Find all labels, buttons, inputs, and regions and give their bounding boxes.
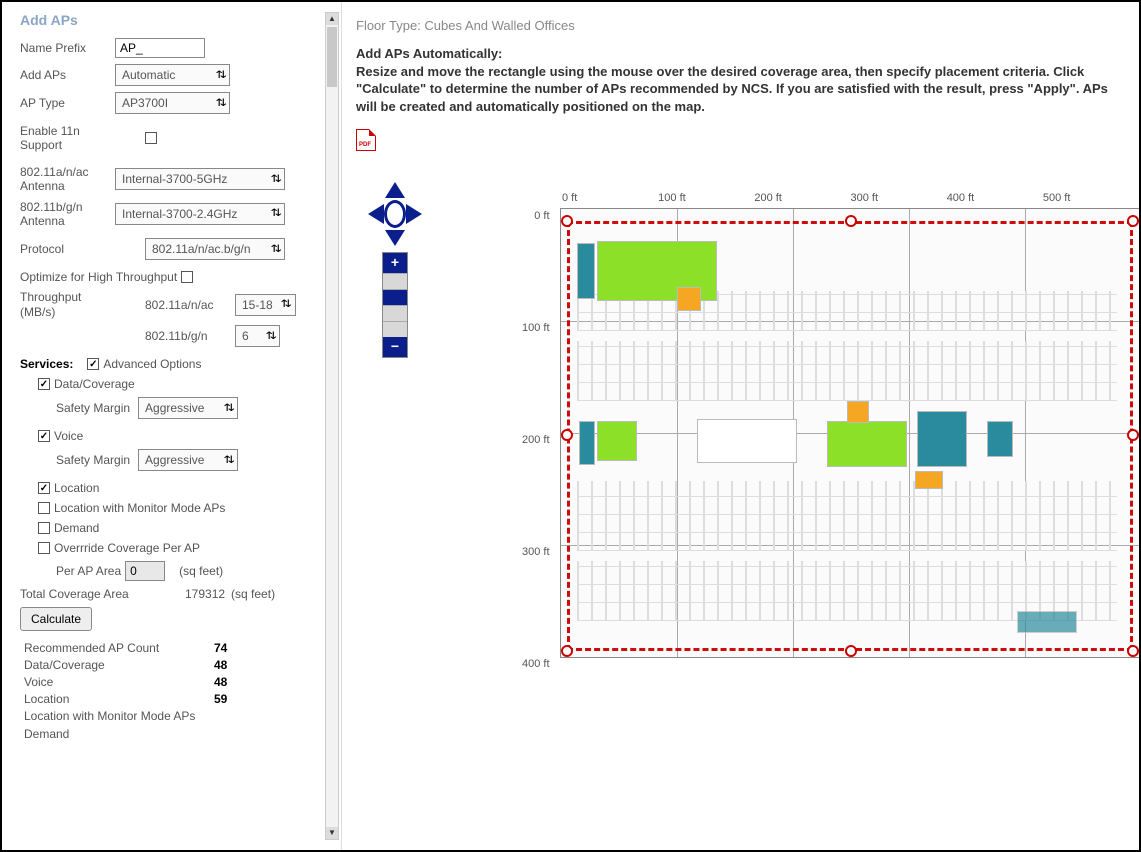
pan-right-button[interactable] [406,204,422,224]
zoom-control: + − [382,252,408,358]
protocol-select[interactable]: 802.11a/n/ac.b/g/n [145,238,285,260]
coverage-rectangle[interactable] [567,221,1133,651]
antenna-a-label: 802.11a/n/ac Antenna [20,165,115,194]
total-coverage-value: 179312 [185,587,225,601]
location-monitor-checkbox[interactable] [38,502,50,514]
panel-title: Add APs [20,12,323,28]
zoom-step[interactable] [383,321,407,337]
zoom-out-button[interactable]: − [383,337,407,357]
total-coverage-label: Total Coverage Area [20,587,165,601]
floorplan-map[interactable] [560,208,1139,658]
pan-center-button[interactable] [384,200,406,228]
name-prefix-label: Name Prefix [20,41,115,55]
result-location-monitor-label: Location with Monitor Mode APs [24,709,214,723]
throughput-a-select[interactable]: 15-18 [235,294,296,316]
result-location-label: Location [24,692,214,706]
result-voice-label: Voice [24,675,214,689]
pan-up-button[interactable] [385,182,405,198]
pan-control [370,182,420,246]
location-label: Location [54,481,99,495]
resize-handle-w[interactable] [561,429,573,441]
recommended-label: Recommended AP Count [24,641,214,655]
throughput-label: Throughput (MB/s) [20,290,115,319]
instructions: Add APs Automatically: Resize and move t… [356,45,1125,115]
sidebar-panel: Add APs Name Prefix Add APs Automatic AP… [2,2,342,850]
throughput-b-label: 802.11b/g/n [145,329,235,343]
override-label: Overrride Coverage Per AP [54,541,200,555]
throughput-a-label: 802.11a/n/ac [145,298,235,312]
zoom-step[interactable] [383,273,407,289]
safety-margin-label-1: Safety Margin [56,401,130,415]
resize-handle-s[interactable] [845,645,857,657]
result-voice-val: 48 [214,675,227,689]
total-coverage-unit: (sq feet) [231,587,275,601]
demand-label: Demand [54,521,99,535]
override-checkbox[interactable] [38,542,50,554]
services-heading: Services: [20,357,73,371]
data-coverage-label: Data/Coverage [54,377,135,391]
optimize-checkbox[interactable] [181,271,193,283]
advanced-label: Advanced Options [103,357,201,371]
resize-handle-e[interactable] [1127,429,1139,441]
result-data-val: 48 [214,658,227,672]
advanced-checkbox[interactable] [87,358,99,370]
name-prefix-input[interactable] [115,38,205,58]
optimize-label: Optimize for High Throughput [20,270,177,284]
resize-handle-nw[interactable] [561,215,573,227]
safety-margin-label-2: Safety Margin [56,453,130,467]
axis-y: 0 ft100 ft200 ft300 ft400 ft [522,210,556,770]
zoom-in-button[interactable]: + [383,253,407,273]
voice-label: Voice [54,429,83,443]
result-data-label: Data/Coverage [24,658,214,672]
antenna-b-select[interactable]: Internal-3700-2.4GHz [115,203,285,225]
enable-11n-label: Enable 11n Support [20,124,115,153]
ap-type-label: AP Type [20,96,115,110]
calculate-button[interactable]: Calculate [20,607,92,631]
axis-x: 0 ft100 ft200 ft300 ft400 ft500 ft [562,192,1139,204]
demand-checkbox[interactable] [38,522,50,534]
pan-left-button[interactable] [368,204,384,224]
resize-handle-n[interactable] [845,215,857,227]
location-checkbox[interactable] [38,482,50,494]
voice-checkbox[interactable] [38,430,50,442]
data-safety-select[interactable]: Aggressive [138,397,238,419]
zoom-step-active[interactable] [383,289,407,305]
resize-handle-sw[interactable] [561,645,573,657]
enable-11n-checkbox[interactable] [145,132,157,144]
antenna-a-select[interactable]: Internal-3700-5GHz [115,168,285,190]
resize-handle-se[interactable] [1127,645,1139,657]
resize-handle-ne[interactable] [1127,215,1139,227]
ap-type-select[interactable]: AP3700I [115,92,230,114]
result-location-val: 59 [214,692,227,706]
pan-down-button[interactable] [385,230,405,246]
throughput-b-select[interactable]: 6 [235,325,280,347]
per-ap-unit: (sq feet) [179,564,223,578]
protocol-label: Protocol [20,242,115,256]
data-coverage-checkbox[interactable] [38,378,50,390]
location-monitor-label: Location with Monitor Mode APs [54,501,225,515]
add-aps-select[interactable]: Automatic [115,64,230,86]
voice-safety-select[interactable]: Aggressive [138,449,238,471]
floor-type: Floor Type: Cubes And Walled Offices [356,18,1125,33]
pdf-icon[interactable] [356,129,376,151]
results-block: Recommended AP Count74 Data/Coverage48 V… [24,641,323,740]
map-area: 0 ft100 ft200 ft300 ft400 ft500 ft 0 ft1… [522,192,1139,658]
zoom-step[interactable] [383,305,407,321]
recommended-val: 74 [214,641,227,655]
result-demand-label: Demand [24,727,214,741]
sidebar-scrollbar[interactable]: ▲ ▼ [325,12,339,840]
per-ap-area-label: Per AP Area [56,564,121,578]
add-aps-label: Add APs [20,68,115,82]
per-ap-area-input[interactable] [125,561,165,581]
antenna-b-label: 802.11b/g/n Antenna [20,200,115,229]
main-panel: Floor Type: Cubes And Walled Offices Add… [342,2,1139,850]
